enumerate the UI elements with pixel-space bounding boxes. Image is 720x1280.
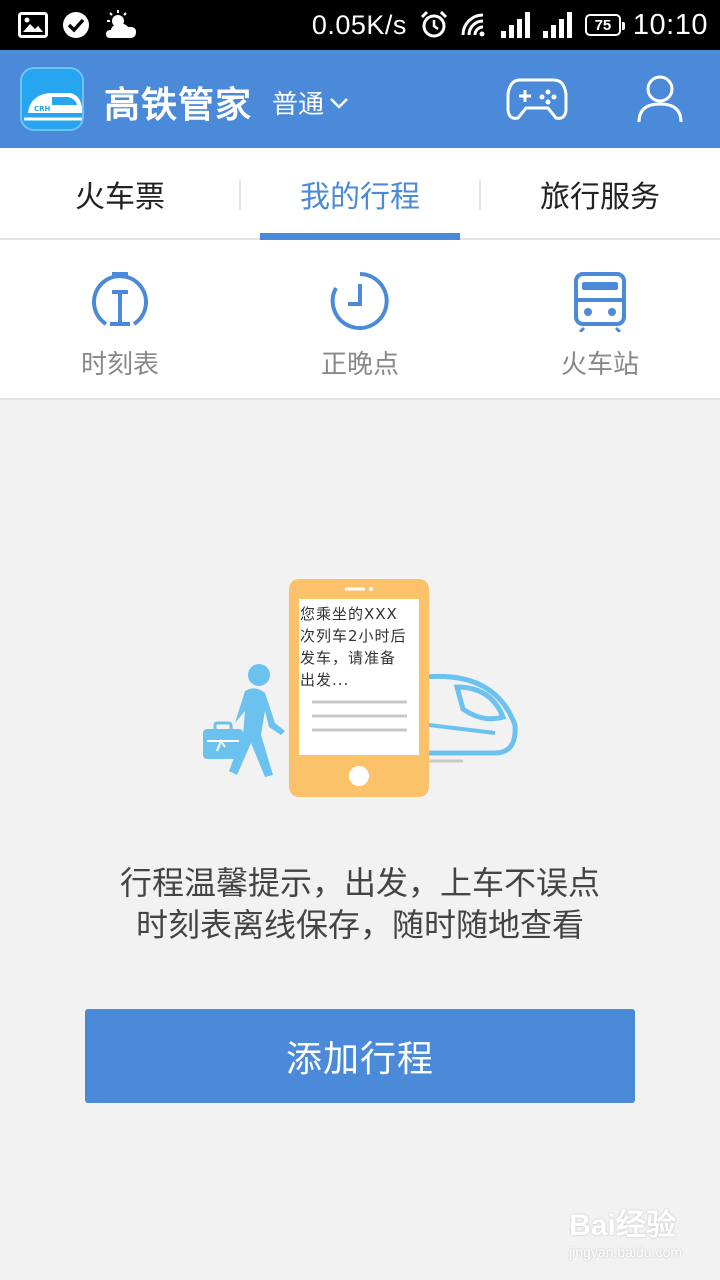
gamepad-icon [506,78,568,120]
tab-my-trips[interactable]: 我的行程 [240,148,480,240]
chevron-down-icon [330,97,348,109]
battery-level: 75 [594,16,612,34]
app-header: CRH 高铁管家 普通 [0,50,720,148]
empty-state-illustration: 您乘坐的XXX 次列车2小时后 发车，请准备 出发... [195,575,525,805]
quick-links: 时刻表 正晚点 火车站 [0,240,720,400]
clock-icon [330,272,389,330]
app-title: 高铁管家 [104,85,253,126]
svg-text:CRH: CRH [34,105,51,113]
game-button[interactable] [506,76,568,122]
watermark-url: jingyan.baidu.com [569,1244,682,1260]
watermark: Bai经验 jingyan.baidu.com [569,1200,682,1260]
status-bar: 0.05K/s 75 10:10 [0,0,720,50]
clock-time: 10:10 [632,8,708,41]
quick-link-timetable[interactable]: 时刻表 [0,240,240,400]
mode-dropdown[interactable]: 普通 [272,84,348,121]
check-circle-icon [63,12,89,38]
train-station-icon [574,272,626,332]
phone-message: 您乘坐的XXX 次列车2小时后 发车，请准备 出发... [300,605,407,689]
timetable-icon [92,272,148,326]
tab-travel-services[interactable]: 旅行服务 [480,148,720,240]
add-trip-button[interactable]: 添加行程 [85,1009,635,1103]
signal-icon [500,12,530,38]
mode-label: 普通 [272,90,325,120]
user-icon [637,75,683,123]
active-tab-indicator [260,233,460,240]
weather-icon [106,10,136,38]
quick-link-station[interactable]: 火车站 [480,240,720,400]
tab-bar: 火车票 我的行程 旅行服务 [0,148,720,240]
quick-link-ontime[interactable]: 正晚点 [240,240,480,400]
network-speed: 0.05K/s [311,9,407,40]
wifi-icon [461,13,485,37]
gallery-icon [18,12,48,38]
tab-train-tickets[interactable]: 火车票 [0,148,240,240]
quick-link-label: 火车站 [560,350,639,380]
tip-line-2: 时刻表离线保存，随时随地查看 [135,906,584,944]
signal-icon [542,12,572,38]
app-logo: CRH [20,67,84,131]
battery-icon: 75 [584,14,625,36]
empty-state-tips: 行程温馨提示，出发，上车不误点 时刻表离线保存，随时随地查看 [0,862,720,946]
quick-link-label: 时刻表 [80,350,159,380]
user-button[interactable] [636,74,684,124]
tip-line-1: 行程温馨提示，出发，上车不误点 [119,864,600,902]
alarm-icon [420,10,447,38]
quick-link-label: 正晚点 [320,350,399,380]
watermark-logo: Bai经验 [569,1209,676,1242]
